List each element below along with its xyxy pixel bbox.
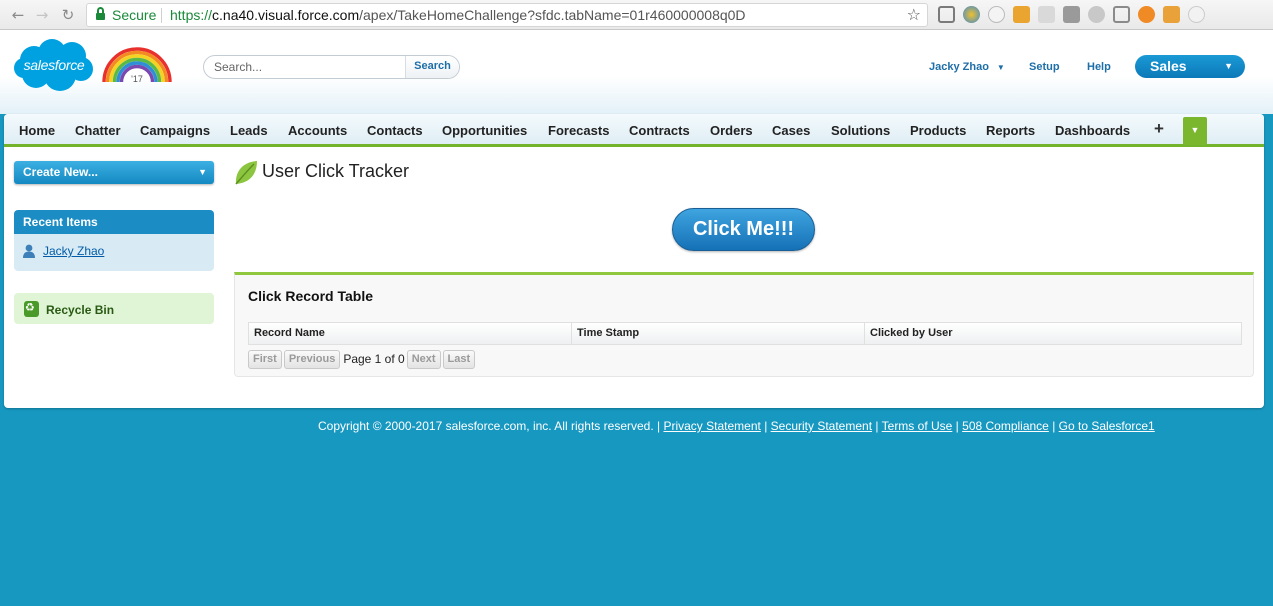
extension-icon[interactable]: [1188, 6, 1205, 23]
tab-dashboards[interactable]: Dashboards: [1055, 123, 1130, 138]
footer-separator: |: [875, 419, 879, 433]
terms-of-use-link[interactable]: Terms of Use: [882, 419, 953, 433]
tab-bar: Home Chatter Campaigns Leads Accounts Co…: [4, 114, 1264, 147]
user-menu[interactable]: Jacky Zhao ▼: [929, 61, 1005, 73]
click-record-section: Click Record Table Record Name Time Stam…: [234, 272, 1254, 377]
create-new-label: Create New...: [23, 165, 98, 179]
footer-separator: |: [764, 419, 768, 433]
extension-icon[interactable]: [1063, 6, 1080, 23]
logo-text: salesforce: [23, 57, 85, 73]
lock-icon: [96, 7, 105, 20]
recent-items-header: Recent Items: [14, 210, 214, 234]
rainbow-badge: '17: [102, 47, 172, 84]
forward-arrow-icon[interactable]: →: [32, 5, 52, 25]
tab-leads[interactable]: Leads: [230, 123, 268, 138]
extension-icon[interactable]: [1038, 6, 1055, 23]
click-me-button[interactable]: Click Me!!!: [672, 208, 815, 251]
more-tabs-dropdown-icon[interactable]: ▼: [1183, 117, 1207, 145]
click-record-table: Record Name Time Stamp Clicked by User: [248, 322, 1242, 345]
salesforce-logo[interactable]: salesforce: [12, 38, 96, 94]
recycle-bin[interactable]: Recycle Bin: [14, 293, 214, 324]
caret-down-icon: ▼: [198, 167, 207, 177]
extension-icon[interactable]: [963, 6, 980, 23]
tab-forecasts[interactable]: Forecasts: [548, 123, 609, 138]
tab-contracts[interactable]: Contracts: [629, 123, 690, 138]
copyright-text: Copyright © 2000-2017 salesforce.com, in…: [318, 419, 661, 433]
tab-chatter[interactable]: Chatter: [75, 123, 121, 138]
leaf-icon: [235, 161, 257, 185]
last-page-button[interactable]: Last: [442, 349, 476, 369]
column-header-time-stamp[interactable]: Time Stamp: [572, 323, 865, 344]
extension-icons: [938, 6, 1205, 24]
search-button[interactable]: Search: [405, 56, 459, 78]
star-icon[interactable]: ☆: [907, 5, 921, 24]
tab-products[interactable]: Products: [910, 123, 966, 138]
tab-accounts[interactable]: Accounts: [288, 123, 347, 138]
go-to-salesforce1-link[interactable]: Go to Salesforce1: [1059, 419, 1155, 433]
recent-item-link[interactable]: Jacky Zhao: [43, 244, 104, 258]
app-name: Sales: [1150, 58, 1187, 74]
page-title: User Click Tracker: [262, 161, 410, 181]
help-link[interactable]: Help: [1087, 61, 1111, 73]
reload-icon[interactable]: ↻: [58, 5, 78, 25]
all-tabs-plus-icon[interactable]: +: [1154, 119, 1164, 139]
cast-icon[interactable]: [938, 6, 955, 23]
caret-down-icon: ▼: [996, 63, 1005, 72]
salesforce-header: salesforce '17 Search Jacky Zhao▼ Setup …: [0, 30, 1273, 114]
extension-icon[interactable]: [1013, 6, 1030, 23]
create-new-dropdown[interactable]: Create New... ▼: [14, 161, 214, 184]
secure-label: Secure: [112, 7, 157, 23]
app-switcher[interactable]: Sales ▼: [1135, 55, 1245, 78]
footer-separator: |: [955, 419, 959, 433]
column-header-clicked-by[interactable]: Clicked by User: [865, 323, 1241, 344]
column-header-record-name[interactable]: Record Name: [249, 323, 572, 344]
508-compliance-link[interactable]: 508 Compliance: [962, 419, 1049, 433]
privacy-statement-link[interactable]: Privacy Statement: [663, 419, 760, 433]
extension-icon[interactable]: [1113, 6, 1130, 23]
caret-down-icon: ▼: [1224, 61, 1233, 71]
next-page-button[interactable]: Next: [406, 349, 441, 369]
address-bar[interactable]: Secure https://c.na40.visual.force.com/a…: [86, 3, 928, 27]
tab-contacts[interactable]: Contacts: [367, 123, 423, 138]
tab-cases[interactable]: Cases: [772, 123, 810, 138]
browser-toolbar: ← → ↻ Secure https://c.na40.visual.force…: [0, 0, 1273, 30]
rainbow-year: '17: [131, 74, 143, 84]
setup-link[interactable]: Setup: [1029, 61, 1060, 73]
footer-separator: |: [1052, 419, 1056, 433]
tab-opportunities[interactable]: Opportunities: [442, 123, 527, 138]
url-divider: [161, 8, 162, 23]
previous-page-button[interactable]: Previous: [283, 349, 341, 369]
first-page-button[interactable]: First: [248, 349, 282, 369]
record-table-title: Click Record Table: [248, 288, 374, 304]
person-icon: [23, 244, 35, 258]
recent-items-list: Jacky Zhao: [14, 234, 214, 271]
footer: Copyright © 2000-2017 salesforce.com, in…: [318, 419, 1155, 433]
main-panel: Home Chatter Campaigns Leads Accounts Co…: [4, 114, 1264, 408]
recycle-bin-label: Recycle Bin: [46, 303, 115, 317]
security-statement-link[interactable]: Security Statement: [771, 419, 872, 433]
extension-icon[interactable]: [988, 6, 1005, 23]
search-box: Search: [203, 55, 460, 79]
tab-reports[interactable]: Reports: [986, 123, 1035, 138]
search-input[interactable]: [204, 56, 406, 78]
tab-campaigns[interactable]: Campaigns: [140, 123, 210, 138]
tab-orders[interactable]: Orders: [710, 123, 753, 138]
page-indicator: Page 1 of 0: [343, 352, 405, 366]
url-text[interactable]: https://c.na40.visual.force.com/apex/Tak…: [170, 7, 746, 23]
extension-icon[interactable]: [1163, 6, 1180, 23]
extension-icon[interactable]: [1138, 6, 1155, 23]
extension-icon[interactable]: [1088, 6, 1105, 23]
tab-home[interactable]: Home: [19, 123, 55, 138]
table-pager: First Previous Page 1 of 0 Next Last: [248, 349, 477, 369]
tab-solutions[interactable]: Solutions: [831, 123, 890, 138]
recycle-bin-icon: [24, 301, 39, 317]
user-name: Jacky Zhao: [929, 61, 989, 73]
back-arrow-icon[interactable]: ←: [8, 5, 28, 25]
